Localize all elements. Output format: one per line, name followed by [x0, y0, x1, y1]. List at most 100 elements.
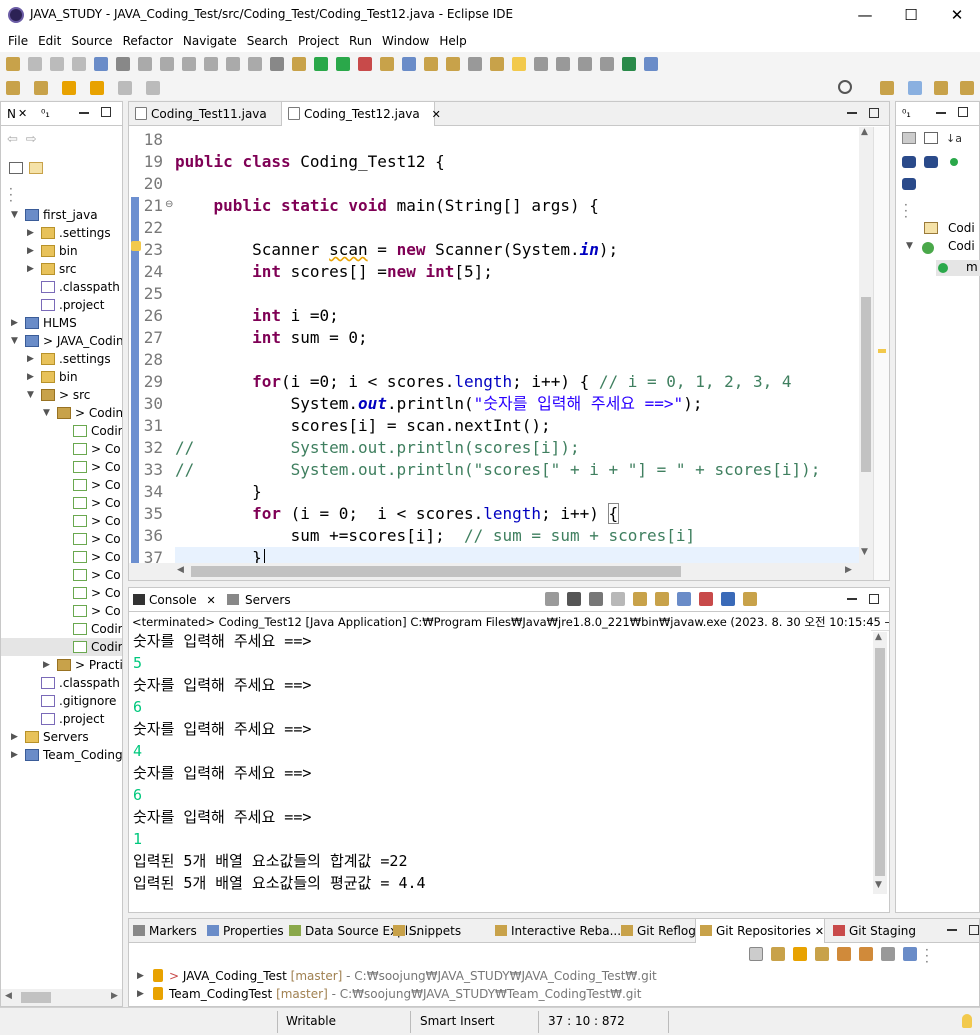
toolbar-button-icon[interactable] [358, 57, 372, 71]
horizontal-scrollbar[interactable]: ◀ ▶ [1, 989, 122, 1006]
code-line[interactable]: for(i =0; i < scores.length; i++) { // i… [175, 371, 791, 393]
tree-item[interactable]: > Co [1, 584, 122, 602]
toolbar-button-icon[interactable] [94, 57, 108, 71]
toolbar-button-icon[interactable] [50, 57, 64, 71]
expand-icon[interactable]: ▶ [27, 350, 34, 368]
code-area[interactable]: 18 19 20 21 22 23 24 25 26 27 28 29 30 31 32 33 34 35 36 37… [129, 127, 889, 563]
tree-item[interactable]: ▶ src [1, 260, 122, 278]
toolbar-button-icon[interactable] [534, 57, 548, 71]
minimize-icon[interactable] [847, 112, 857, 114]
expand-icon[interactable]: ▶ [137, 967, 144, 985]
code-line[interactable]: } [175, 481, 262, 503]
hide-nonpublic-icon[interactable] [950, 158, 958, 166]
navigation-button-icon[interactable] [6, 81, 20, 95]
show-stdout-icon[interactable] [677, 592, 691, 606]
toolbar-button-icon[interactable] [116, 57, 130, 71]
hide-local-types-icon[interactable] [902, 178, 916, 190]
link-icon[interactable] [771, 947, 785, 961]
flat-layout-icon[interactable] [903, 947, 917, 961]
toolbar-button-icon[interactable] [644, 57, 658, 71]
menu-edit[interactable]: Edit [34, 30, 65, 52]
toolbar-button-icon[interactable] [512, 57, 526, 71]
console-output[interactable]: 숫자를 입력해 주세요 ==> 5 숫자를 입력해 주세요 ==> 6 숫자를 입력해 … [129, 630, 871, 912]
tree-item[interactable]: ▶ bin [1, 242, 122, 260]
menu-search[interactable]: Search [243, 30, 292, 52]
tree-item[interactable]: ▶ HLMS [1, 314, 122, 332]
refresh-icon[interactable] [859, 947, 873, 961]
toolbar-button-icon[interactable] [138, 57, 152, 71]
menu-run[interactable]: Run [345, 30, 376, 52]
outline-item[interactable]: Codi [948, 221, 975, 235]
toolbar-button-icon[interactable] [402, 57, 416, 71]
toolbar-button-icon[interactable] [270, 57, 284, 71]
toolbar-button-icon[interactable] [336, 57, 350, 71]
tab-properties[interactable]: Properties [203, 919, 284, 943]
toolbar-button-icon[interactable] [182, 57, 196, 71]
code-line[interactable]: // System.out.println("scores[" + i + "]… [175, 459, 820, 481]
open-console-icon[interactable] [743, 592, 757, 606]
expand-icon[interactable]: ▶ [137, 985, 144, 1003]
menu-help[interactable]: Help [435, 30, 470, 52]
view-menu-icon[interactable]: · · · [925, 944, 929, 968]
tree-item[interactable]: ▼ > Codin [1, 404, 122, 422]
search-icon[interactable] [838, 80, 852, 94]
tree-item[interactable]: ▶ .settings [1, 224, 122, 242]
perspective-icon[interactable] [908, 81, 922, 95]
tree-item[interactable]: > Co [1, 458, 122, 476]
tree-item[interactable]: ▶ Servers [1, 728, 122, 746]
menu-refactor[interactable]: Refactor [119, 30, 177, 52]
tree-item[interactable]: .gitignore [1, 692, 122, 710]
tree-item[interactable]: ▶ bin [1, 368, 122, 386]
expand-icon[interactable]: ▶ [11, 728, 18, 746]
code-line[interactable]: System.out.println("숫자를 입력해 주세요 ==>"); [175, 393, 703, 415]
perspective-icon[interactable] [934, 81, 948, 95]
expand-icon[interactable]: ▶ [11, 314, 18, 332]
tip-bulb-icon[interactable] [962, 1014, 972, 1028]
word-wrap-icon[interactable] [655, 592, 669, 606]
tree-item[interactable]: > Co [1, 440, 122, 458]
code-line[interactable]: Scanner scan = new Scanner(System.in); [175, 239, 618, 261]
expand-icon[interactable]: ▶ [43, 656, 50, 674]
add-repo-icon[interactable] [793, 947, 807, 961]
display-console-icon[interactable] [721, 592, 735, 606]
tab-git-repositories[interactable]: Git Repositories ✕ [695, 919, 826, 943]
toolbar-button-icon[interactable] [446, 57, 460, 71]
collapse-icon[interactable] [749, 947, 763, 961]
tree-item[interactable]: .classpath [1, 674, 122, 692]
expand-icon[interactable]: ▶ [27, 368, 34, 386]
outline-selected-row[interactable]: m [936, 260, 980, 276]
maximize-icon[interactable] [101, 107, 111, 117]
expand-icon[interactable]: ▶ [11, 746, 18, 764]
expand-icon[interactable]: ▼ [43, 404, 50, 422]
tree-item[interactable]: > Co [1, 566, 122, 584]
warning-icon[interactable] [131, 241, 141, 251]
tab-markers[interactable]: Markers [129, 919, 197, 943]
code-line[interactable]: int sum = 0; [175, 327, 368, 349]
view-menu-icon[interactable]: · · · [904, 199, 908, 223]
tree-item[interactable]: Codir [1, 638, 122, 656]
toolbar-button-icon[interactable] [600, 57, 614, 71]
tab-git-staging[interactable]: Git Staging [829, 919, 916, 943]
clone-repo-icon[interactable] [815, 947, 829, 961]
code-line[interactable]: public static void main(String[] args) { [175, 195, 599, 217]
link-editor-icon[interactable] [29, 162, 43, 174]
navigation-button-icon[interactable] [62, 81, 76, 95]
expand-icon[interactable]: ▼ [11, 332, 18, 350]
toolbar-button-icon[interactable] [424, 57, 438, 71]
close-button[interactable]: ✕ [934, 0, 980, 30]
fold-icon[interactable]: ⊖ [165, 199, 173, 210]
navigation-button-icon[interactable] [118, 81, 132, 95]
close-icon[interactable]: ✕ [432, 108, 441, 121]
outline-item[interactable]: Codi [948, 239, 975, 253]
maximize-icon[interactable] [869, 594, 879, 604]
tree-item[interactable]: .classpath [1, 278, 122, 296]
toolbar-button-icon[interactable] [380, 57, 394, 71]
expand-icon[interactable]: ▶ [27, 260, 34, 278]
outline-tab[interactable]: ⁰₁ [902, 107, 911, 120]
tree-item[interactable]: .project [1, 296, 122, 314]
editor-vertical-scrollbar[interactable]: ▲ ▼ [859, 127, 873, 563]
toolbar-button-icon[interactable] [226, 57, 240, 71]
toolbar-button-icon[interactable] [292, 57, 306, 71]
show-stderr-icon[interactable] [699, 592, 713, 606]
tree-item[interactable]: .project [1, 710, 122, 728]
